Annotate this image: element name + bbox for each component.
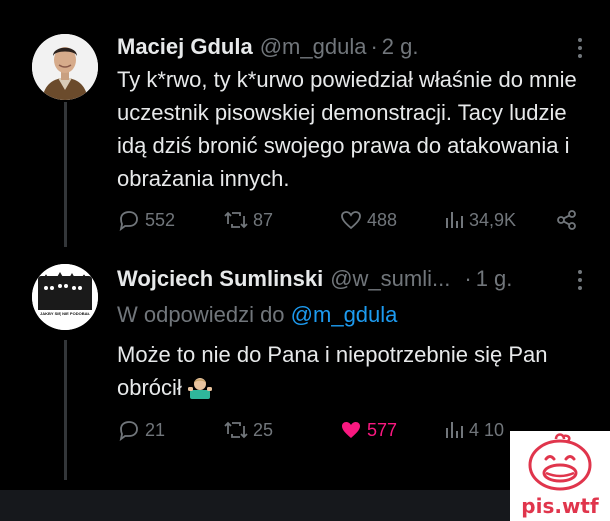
heart-icon bbox=[341, 211, 361, 230]
retweet-button[interactable]: 87 bbox=[223, 208, 273, 232]
reply-icon bbox=[119, 421, 138, 442]
views-count: 4 10 bbox=[469, 419, 505, 440]
like-count: 488 bbox=[367, 209, 398, 230]
tweet-time[interactable]: 2 g. bbox=[382, 34, 419, 60]
avatar-cats-logo-icon bbox=[32, 264, 98, 330]
share-icon bbox=[557, 210, 576, 230]
reply-mention-link[interactable]: @m_gdula bbox=[291, 302, 398, 327]
reply-count: 21 bbox=[145, 419, 166, 440]
separator-dot: · bbox=[464, 266, 472, 291]
tweet-text: Może to nie do Pana i niepotrzebnie się … bbox=[117, 342, 548, 400]
retweet-count: 25 bbox=[253, 419, 274, 440]
retweet-icon bbox=[224, 211, 248, 229]
author-handle[interactable]: @w_sumli... bbox=[330, 266, 450, 292]
watermark: pis.wtf bbox=[510, 431, 610, 521]
views-count: 34,9K bbox=[469, 209, 517, 230]
views-button[interactable]: 34,9K bbox=[443, 208, 516, 232]
avatar-wojciech-sumlinski[interactable]: JAKBY SIĘ NIE PODOBAŁO bbox=[32, 264, 98, 330]
author-handle[interactable]: @m_gdula bbox=[260, 34, 367, 60]
retweet-icon bbox=[224, 421, 248, 439]
like-button[interactable]: 488 bbox=[339, 208, 397, 232]
views-button[interactable]: 4 10 bbox=[443, 418, 504, 442]
tweet-time[interactable]: 1 g. bbox=[476, 266, 513, 292]
reply-icon bbox=[119, 211, 138, 232]
reply-prefix: W odpowiedzi do bbox=[117, 302, 285, 327]
avatar-maciej-gdula[interactable] bbox=[32, 34, 98, 100]
like-count: 577 bbox=[367, 419, 398, 440]
reply-context: W odpowiedzi do @m_gdula bbox=[117, 302, 397, 328]
tweet-text: Ty k*rwo, ty k*urwo powiedział właśnie d… bbox=[117, 67, 577, 191]
views-icon bbox=[446, 212, 463, 228]
reply-button[interactable]: 552 bbox=[117, 208, 175, 232]
thread-line bbox=[64, 340, 67, 480]
like-button[interactable]: 577 bbox=[339, 418, 397, 442]
heart-filled-icon bbox=[342, 422, 360, 438]
tweet-actions: 552 87 488 34,9K bbox=[117, 208, 587, 236]
avatar-caption: JAKBY SIĘ NIE PODOBAŁO bbox=[40, 311, 90, 316]
thread-line bbox=[64, 102, 67, 247]
separator-dot: · bbox=[370, 34, 378, 59]
avatar-portrait-icon bbox=[32, 34, 98, 100]
retweet-count: 87 bbox=[253, 209, 274, 230]
author-name[interactable]: Wojciech Sumlinski bbox=[117, 266, 323, 292]
reply-button[interactable]: 21 bbox=[117, 418, 165, 442]
reply-count: 552 bbox=[145, 209, 176, 230]
more-options-icon[interactable] bbox=[578, 270, 584, 290]
retweet-button[interactable]: 25 bbox=[223, 418, 273, 442]
more-options-icon[interactable] bbox=[578, 38, 584, 58]
author-name[interactable]: Maciej Gdula bbox=[117, 34, 253, 60]
tweet-text-container: Może to nie do Pana i niepotrzebnie się … bbox=[117, 338, 597, 404]
share-button[interactable] bbox=[555, 208, 579, 232]
watermark-text: pis.wtf bbox=[521, 494, 599, 518]
duck-logo-icon bbox=[528, 433, 592, 491]
person-shrugging-emoji bbox=[187, 378, 212, 399]
tweet-header: Maciej Gdula @m_gdula · 2 g. bbox=[117, 34, 418, 60]
tweet-header: Wojciech Sumlinski @w_sumli... · 1 g. bbox=[117, 266, 512, 292]
views-icon bbox=[446, 422, 463, 438]
